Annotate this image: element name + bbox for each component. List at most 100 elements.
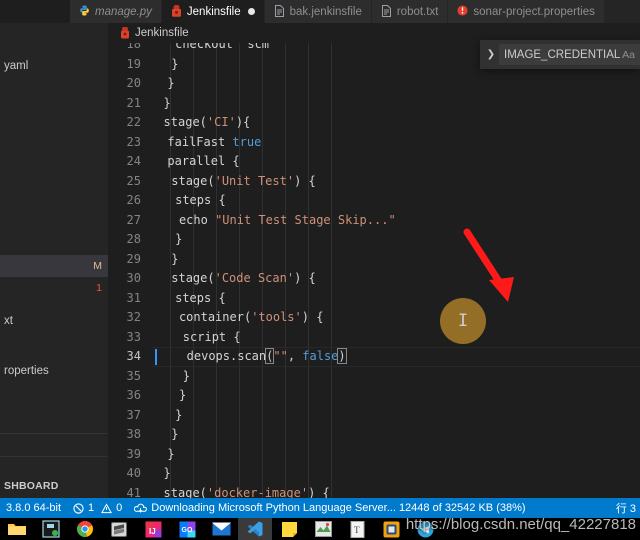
- line-content[interactable]: }: [152, 94, 171, 114]
- status-progress[interactable]: Downloading Microsoft Python Language Se…: [128, 502, 531, 514]
- code-line[interactable]: 32 container('tools') {: [108, 308, 640, 328]
- line-content[interactable]: devops.scan("", false): [152, 347, 347, 367]
- unsaved-indicator-dot[interactable]: [247, 8, 255, 15]
- code-token: ) {: [308, 485, 330, 499]
- tab-label: robot.txt: [396, 5, 439, 18]
- line-content[interactable]: }: [152, 230, 182, 250]
- line-content[interactable]: stage('Unit Test') {: [152, 172, 316, 192]
- line-content[interactable]: }: [152, 367, 190, 387]
- line-number: 39: [126, 446, 141, 461]
- tab-manage-py[interactable]: manage.py: [70, 0, 162, 23]
- sublime-merge-icon[interactable]: [34, 518, 68, 540]
- svg-text:IJ: IJ: [149, 527, 156, 536]
- code-token: 'docker-image': [206, 485, 309, 499]
- explorer-panel[interactable]: yaml M 1 xt roperties SHBOARD: [0, 23, 108, 498]
- tab-robot-txt[interactable]: robot.txt: [371, 0, 449, 23]
- code-line[interactable]: 41 stage('docker-image') {: [108, 484, 640, 499]
- line-content[interactable]: stage('CI'){: [152, 113, 251, 133]
- status-problems[interactable]: 1 0: [67, 502, 128, 514]
- line-content[interactable]: }: [152, 250, 178, 270]
- code-line[interactable]: 31 steps {: [108, 289, 640, 309]
- code-line[interactable]: 34 devops.scan("", false): [108, 347, 640, 367]
- code-line[interactable]: 20}: [108, 74, 640, 94]
- code-editor[interactable]: 18 checkout scm 19} 20} 21} 22 stage('CI'){23 f…: [108, 43, 640, 498]
- sublime-text-icon[interactable]: [102, 518, 136, 540]
- code-token: echo: [178, 212, 216, 227]
- code-line[interactable]: 21}: [108, 94, 640, 114]
- breadcrumb-path[interactable]: Jenkinsfile: [135, 27, 189, 39]
- line-content[interactable]: }: [152, 425, 178, 445]
- line-content[interactable]: container('tools') {: [152, 308, 324, 328]
- line-content[interactable]: echo "Unit Test Stage Skip...": [152, 211, 396, 231]
- code-token: 'Code Scan': [214, 271, 295, 285]
- svg-text:T: T: [354, 525, 360, 535]
- explorer-item[interactable]: yaml: [0, 55, 108, 77]
- line-content[interactable]: stage('docker-image') {: [152, 484, 330, 499]
- explorer-item[interactable]: M: [0, 255, 108, 277]
- chevron-right-icon[interactable]: ❯: [483, 40, 499, 69]
- code-line[interactable]: 35}: [108, 367, 640, 387]
- typora-icon[interactable]: T: [340, 518, 374, 540]
- code-line[interactable]: 30 stage('Code Scan') {: [108, 269, 640, 289]
- code-line[interactable]: 26 steps {: [108, 191, 640, 211]
- code-token: 'Unit Test': [214, 173, 295, 188]
- match-case-icon[interactable]: Aa: [622, 49, 635, 61]
- line-number: 33: [126, 329, 141, 344]
- file-explorer-icon[interactable]: [0, 518, 34, 540]
- line-content[interactable]: }: [152, 386, 186, 406]
- intellij-idea-icon[interactable]: IJ: [136, 518, 170, 540]
- warning-triangle-icon: [101, 502, 113, 514]
- code-token: }: [175, 232, 183, 246]
- status-line-column[interactable]: 行 3: [610, 500, 640, 516]
- explorer-item[interactable]: xt: [0, 310, 108, 332]
- line-content[interactable]: failFast true: [152, 133, 261, 153]
- vscode-icon[interactable]: [238, 518, 272, 540]
- explorer-item[interactable]: roperties: [0, 360, 108, 382]
- code-line[interactable]: 22 stage('CI'){: [108, 113, 640, 133]
- code-line[interactable]: 37}: [108, 406, 640, 426]
- line-content[interactable]: steps {: [152, 289, 226, 309]
- code-line[interactable]: 24 parallel {: [108, 152, 640, 172]
- mail-icon[interactable]: [204, 518, 238, 540]
- xmind-icon[interactable]: [306, 518, 340, 540]
- code-token: script {: [182, 329, 241, 344]
- tab-sonar-project-properties[interactable]: sonar-project.properties: [448, 0, 605, 23]
- code-line[interactable]: 23 failFast true: [108, 133, 640, 153]
- find-input[interactable]: IMAGE_CREDENTIAL Aa: [499, 44, 640, 65]
- code-line[interactable]: 38}: [108, 425, 640, 445]
- code-line[interactable]: 33 script {: [108, 328, 640, 348]
- tab-jenkinsfile[interactable]: Jenkinsfile: [161, 0, 265, 23]
- notepad-icon[interactable]: [272, 518, 306, 540]
- code-token: stage(: [163, 115, 207, 129]
- code-line[interactable]: 39}: [108, 445, 640, 465]
- tab-bak-jenkinsfile[interactable]: bak.jenkinsfile: [264, 0, 372, 23]
- line-content[interactable]: }: [152, 55, 178, 75]
- line-content[interactable]: checkout scm: [152, 43, 269, 55]
- goland-icon[interactable]: GO: [170, 518, 204, 540]
- find-widget[interactable]: ❯ IMAGE_CREDENTIAL Aa: [480, 40, 640, 69]
- code-token: }: [163, 95, 171, 110]
- google-chrome-icon[interactable]: [68, 518, 102, 540]
- code-token: }: [182, 368, 191, 383]
- code-token: }: [171, 56, 179, 71]
- code-line[interactable]: 28}: [108, 230, 640, 250]
- line-content[interactable]: steps {: [152, 191, 226, 211]
- virtualbox-icon[interactable]: [374, 518, 408, 540]
- code-line[interactable]: 25 stage('Unit Test') {: [108, 172, 640, 192]
- code-line[interactable]: 40}: [108, 464, 640, 484]
- code-line[interactable]: 29}: [108, 250, 640, 270]
- line-content[interactable]: }: [152, 74, 175, 94]
- line-content[interactable]: }: [152, 464, 171, 484]
- status-python-version[interactable]: 3.8.0 64-bit: [0, 502, 67, 514]
- code-token: }: [167, 76, 175, 90]
- code-lines[interactable]: 18 checkout scm 19} 20} 21} 22 stage('CI'){23 f…: [108, 43, 640, 498]
- explorer-section-header[interactable]: SHBOARD: [0, 475, 108, 497]
- explorer-item[interactable]: 1: [0, 277, 108, 299]
- code-line[interactable]: 27 echo "Unit Test Stage Skip...": [108, 211, 640, 231]
- line-content[interactable]: script {: [152, 328, 241, 348]
- line-content[interactable]: }: [152, 406, 182, 426]
- line-content[interactable]: parallel {: [152, 152, 239, 172]
- code-line[interactable]: 36}: [108, 386, 640, 406]
- line-content[interactable]: stage('Code Scan') {: [152, 269, 316, 289]
- line-content[interactable]: }: [152, 445, 174, 465]
